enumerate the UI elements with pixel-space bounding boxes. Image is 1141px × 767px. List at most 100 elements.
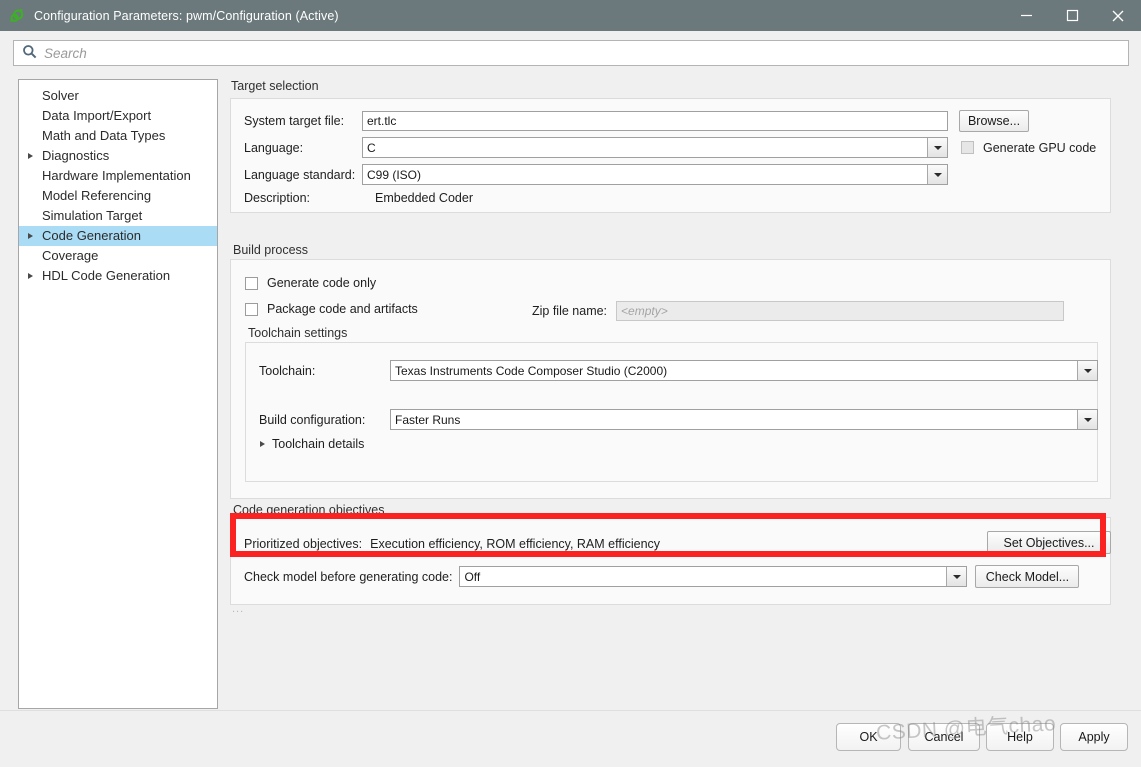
target-selection-panel: System target file: ert.tlc Browse... La… xyxy=(230,98,1111,213)
toolchain-row: Toolchain: Texas Instruments Code Compos… xyxy=(259,360,1098,381)
build-configuration-row: Build configuration: Faster Runs xyxy=(259,409,1098,430)
sidebar-item-label: Code Generation xyxy=(42,228,142,243)
window-title: Configuration Parameters: pwm/Configurat… xyxy=(34,8,339,23)
system-target-file-input[interactable]: ert.tlc xyxy=(362,111,948,131)
toolchain-value: Texas Instruments Code Composer Studio (… xyxy=(395,363,668,378)
language-row: Language: C Generate GPU code xyxy=(244,137,1096,158)
configuration-parameters-dialog: Configuration Parameters: pwm/Configurat… xyxy=(0,0,1141,767)
sidebar-item-label: Data Import/Export xyxy=(42,108,152,123)
language-select[interactable]: C xyxy=(362,137,948,158)
sidebar-item-label: Diagnostics xyxy=(42,148,110,163)
chevron-down-icon[interactable] xyxy=(927,138,947,157)
simulink-gear-icon xyxy=(9,8,25,24)
language-standard-select[interactable]: C99 (ISO) xyxy=(362,164,948,185)
expand-triangle-icon[interactable] xyxy=(28,273,41,279)
target-selection-heading: Target selection xyxy=(231,79,319,93)
toolchain-settings-panel: Toolchain: Texas Instruments Code Compos… xyxy=(245,342,1098,482)
sidebar-item-simulation-target[interactable]: Simulation Target xyxy=(19,206,217,226)
check-model-value: Off xyxy=(464,569,481,584)
package-code-and-artifacts-label: Package code and artifacts xyxy=(267,302,418,316)
sidebar-item-hardware-implementation[interactable]: Hardware Implementation xyxy=(19,166,217,186)
browse-button[interactable]: Browse... xyxy=(959,110,1029,132)
prioritized-objectives-value: Execution efficiency, ROM efficiency, RA… xyxy=(370,537,661,551)
ok-button[interactable]: OK xyxy=(836,723,901,751)
search-input[interactable] xyxy=(44,45,1128,61)
generate-code-only-label: Generate code only xyxy=(267,276,377,290)
package-code-and-artifacts-checkbox[interactable] xyxy=(245,302,258,316)
sidebar-item-math-and-data-types[interactable]: Math and Data Types xyxy=(19,126,217,146)
sidebar-item-label: Coverage xyxy=(42,248,99,263)
zip-file-name-input[interactable]: <empty> xyxy=(616,301,1065,321)
set-objectives-button[interactable]: Set Objectives... xyxy=(987,531,1111,554)
toolchain-select[interactable]: Texas Instruments Code Composer Studio (… xyxy=(390,360,1098,381)
generate-code-only-checkbox[interactable] xyxy=(245,276,258,290)
close-icon[interactable] xyxy=(1095,0,1141,31)
title-bar: Configuration Parameters: pwm/Configurat… xyxy=(0,0,1141,31)
description-label: Description: xyxy=(244,191,310,205)
generate-gpu-code-label: Generate GPU code xyxy=(983,140,1097,155)
overflow-indicator: ... xyxy=(232,603,245,615)
search-bar[interactable] xyxy=(13,40,1129,66)
system-target-file-row: System target file: ert.tlc Browse... xyxy=(244,110,1029,132)
settings-content-pane: Target selection System target file: ert… xyxy=(229,79,1121,709)
cancel-button[interactable]: Cancel xyxy=(908,723,980,751)
search-icon xyxy=(22,44,37,62)
system-target-file-label: System target file: xyxy=(244,114,345,128)
toolchain-details-disclosure[interactable]: Toolchain details xyxy=(260,437,364,451)
code-generation-objectives-panel: Prioritized objectives: Execution effici… xyxy=(230,517,1111,605)
toolchain-label: Toolchain: xyxy=(259,363,316,378)
apply-button[interactable]: Apply xyxy=(1060,723,1128,751)
sidebar-item-label: Math and Data Types xyxy=(42,128,166,143)
maximize-icon[interactable] xyxy=(1049,0,1095,31)
sidebar-item-label: Simulation Target xyxy=(42,208,143,223)
description-row: Description: Embedded Coder xyxy=(244,191,473,205)
sidebar-item-code-generation[interactable]: Code Generation xyxy=(19,226,217,246)
minimize-icon[interactable] xyxy=(1003,0,1049,31)
language-standard-label: Language standard: xyxy=(244,167,356,182)
code-generation-objectives-heading: Code generation objectives xyxy=(233,503,385,517)
generate-gpu-code-checkbox-row[interactable]: Generate GPU code xyxy=(961,141,1096,155)
build-process-panel: Generate code only Package code and arti… xyxy=(230,259,1111,499)
zip-file-name-row: Zip file name: <empty> xyxy=(532,301,1065,321)
search-bar-container xyxy=(0,31,1141,74)
toolchain-settings-heading: Toolchain settings xyxy=(248,326,348,340)
language-standard-value: C99 (ISO) xyxy=(367,167,422,182)
dialog-footer: OK Cancel Help Apply xyxy=(0,710,1141,767)
prioritized-objectives-row: Prioritized objectives: Execution effici… xyxy=(244,537,660,551)
prioritized-objectives-label: Prioritized objectives: xyxy=(244,537,363,551)
settings-tree[interactable]: Solver Data Import/Export Math and Data … xyxy=(18,79,218,709)
build-configuration-value: Faster Runs xyxy=(395,412,461,427)
footer-divider xyxy=(0,710,1141,711)
check-model-label: Check model before generating code: xyxy=(244,569,453,584)
sidebar-item-data-import-export[interactable]: Data Import/Export xyxy=(19,106,217,126)
check-model-select[interactable]: Off xyxy=(459,566,968,587)
generate-code-only-row[interactable]: Generate code only xyxy=(245,276,376,290)
sidebar-item-label: Hardware Implementation xyxy=(42,168,191,183)
chevron-down-icon[interactable] xyxy=(1077,361,1097,380)
sidebar-item-coverage[interactable]: Coverage xyxy=(19,246,217,266)
expand-triangle-icon xyxy=(260,441,265,447)
toolchain-details-label: Toolchain details xyxy=(272,437,365,451)
chevron-down-icon[interactable] xyxy=(1077,410,1097,429)
package-code-and-artifacts-row[interactable]: Package code and artifacts xyxy=(245,302,418,316)
sidebar-item-label: HDL Code Generation xyxy=(42,268,171,283)
language-label: Language: xyxy=(244,140,304,155)
expand-triangle-icon[interactable] xyxy=(28,153,41,159)
sidebar-item-hdl-code-generation[interactable]: HDL Code Generation xyxy=(19,266,217,286)
sidebar-item-model-referencing[interactable]: Model Referencing xyxy=(19,186,217,206)
generate-gpu-code-checkbox[interactable] xyxy=(961,141,974,154)
sidebar-item-diagnostics[interactable]: Diagnostics xyxy=(19,146,217,166)
language-standard-row: Language standard: C99 (ISO) xyxy=(244,164,948,185)
dialog-body: Solver Data Import/Export Math and Data … xyxy=(0,75,1141,710)
check-model-button[interactable]: Check Model... xyxy=(975,565,1080,588)
help-button[interactable]: Help xyxy=(986,723,1054,751)
sidebar-item-label: Model Referencing xyxy=(42,188,152,203)
check-model-row: Check model before generating code: Off … xyxy=(244,565,1080,588)
chevron-down-icon[interactable] xyxy=(927,165,947,184)
sidebar-item-solver[interactable]: Solver xyxy=(19,86,217,106)
build-configuration-label: Build configuration: xyxy=(259,412,366,427)
expand-triangle-icon[interactable] xyxy=(28,233,41,239)
chevron-down-icon[interactable] xyxy=(946,567,967,586)
window-controls xyxy=(1003,0,1141,31)
build-configuration-select[interactable]: Faster Runs xyxy=(390,409,1098,430)
